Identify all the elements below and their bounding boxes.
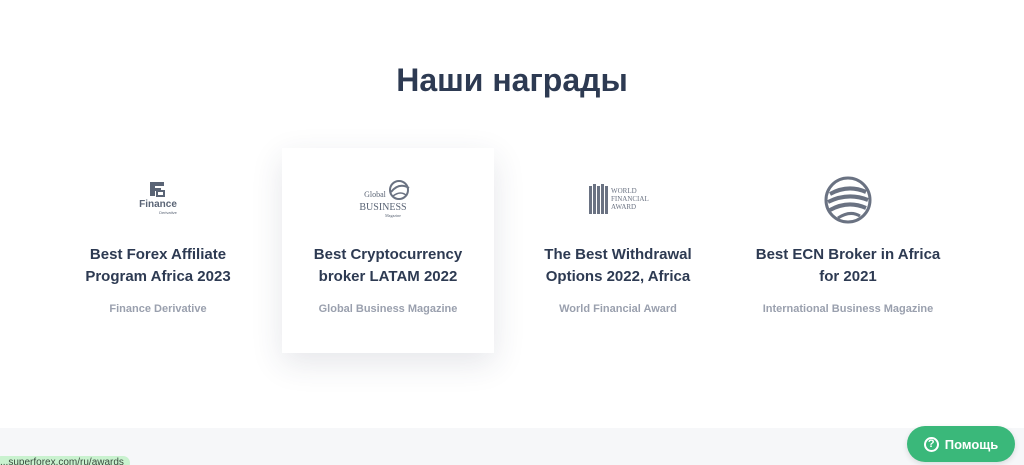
question-circle-icon: ? bbox=[923, 436, 939, 452]
award-card: Best ECN Broker in Africa for 2021 Inter… bbox=[742, 148, 954, 353]
help-button-label: Помощь bbox=[944, 436, 999, 452]
global-business-logo-icon: Global BUSINESS Magazine bbox=[282, 172, 494, 228]
page-title: Наши награды bbox=[396, 62, 628, 98]
svg-text:FINANCIAL: FINANCIAL bbox=[611, 195, 649, 203]
award-source: World Financial Award bbox=[559, 303, 677, 315]
svg-text:Finance: Finance bbox=[139, 199, 177, 210]
award-title: Best Cryptocurrency broker LATAM 2022 bbox=[313, 246, 463, 285]
svg-text:Global: Global bbox=[364, 190, 387, 199]
award-title: The Best Withdrawal Options 2022, Africa bbox=[544, 246, 692, 285]
award-card-highlighted: Global BUSINESS Magazine Best Cryptocurr… bbox=[282, 148, 494, 353]
award-card: WORLD FINANCIAL AWARD The Best Withdrawa… bbox=[512, 148, 724, 353]
svg-text:WORLD: WORLD bbox=[611, 187, 637, 195]
award-source: Finance Derivative bbox=[109, 303, 207, 315]
awards-page: Наши награды Finance Derivative Best For… bbox=[0, 0, 1024, 465]
svg-text:BUSINESS: BUSINESS bbox=[359, 202, 406, 213]
world-financial-award-logo-icon: WORLD FINANCIAL AWARD bbox=[512, 172, 724, 228]
svg-text:Derivative: Derivative bbox=[159, 210, 178, 215]
status-bar-url: ...superforex.com/ru/awards bbox=[0, 456, 130, 465]
svg-text:Magazine: Magazine bbox=[385, 213, 401, 218]
help-button[interactable]: ? Помощь bbox=[907, 426, 1015, 462]
award-title: Best ECN Broker in Africa for 2021 bbox=[755, 246, 941, 285]
award-card: Finance Derivative Best Forex Affiliate … bbox=[52, 148, 264, 353]
finance-derivative-logo-icon: Finance Derivative bbox=[52, 172, 264, 228]
award-source: International Business Magazine bbox=[762, 303, 934, 315]
footer-band bbox=[0, 428, 1024, 465]
award-title: Best Forex Affiliate Program Africa 2023 bbox=[85, 246, 231, 285]
svg-text:AWARD: AWARD bbox=[611, 203, 636, 211]
award-source: Global Business Magazine bbox=[318, 303, 458, 315]
globe-logo-icon bbox=[742, 172, 954, 228]
